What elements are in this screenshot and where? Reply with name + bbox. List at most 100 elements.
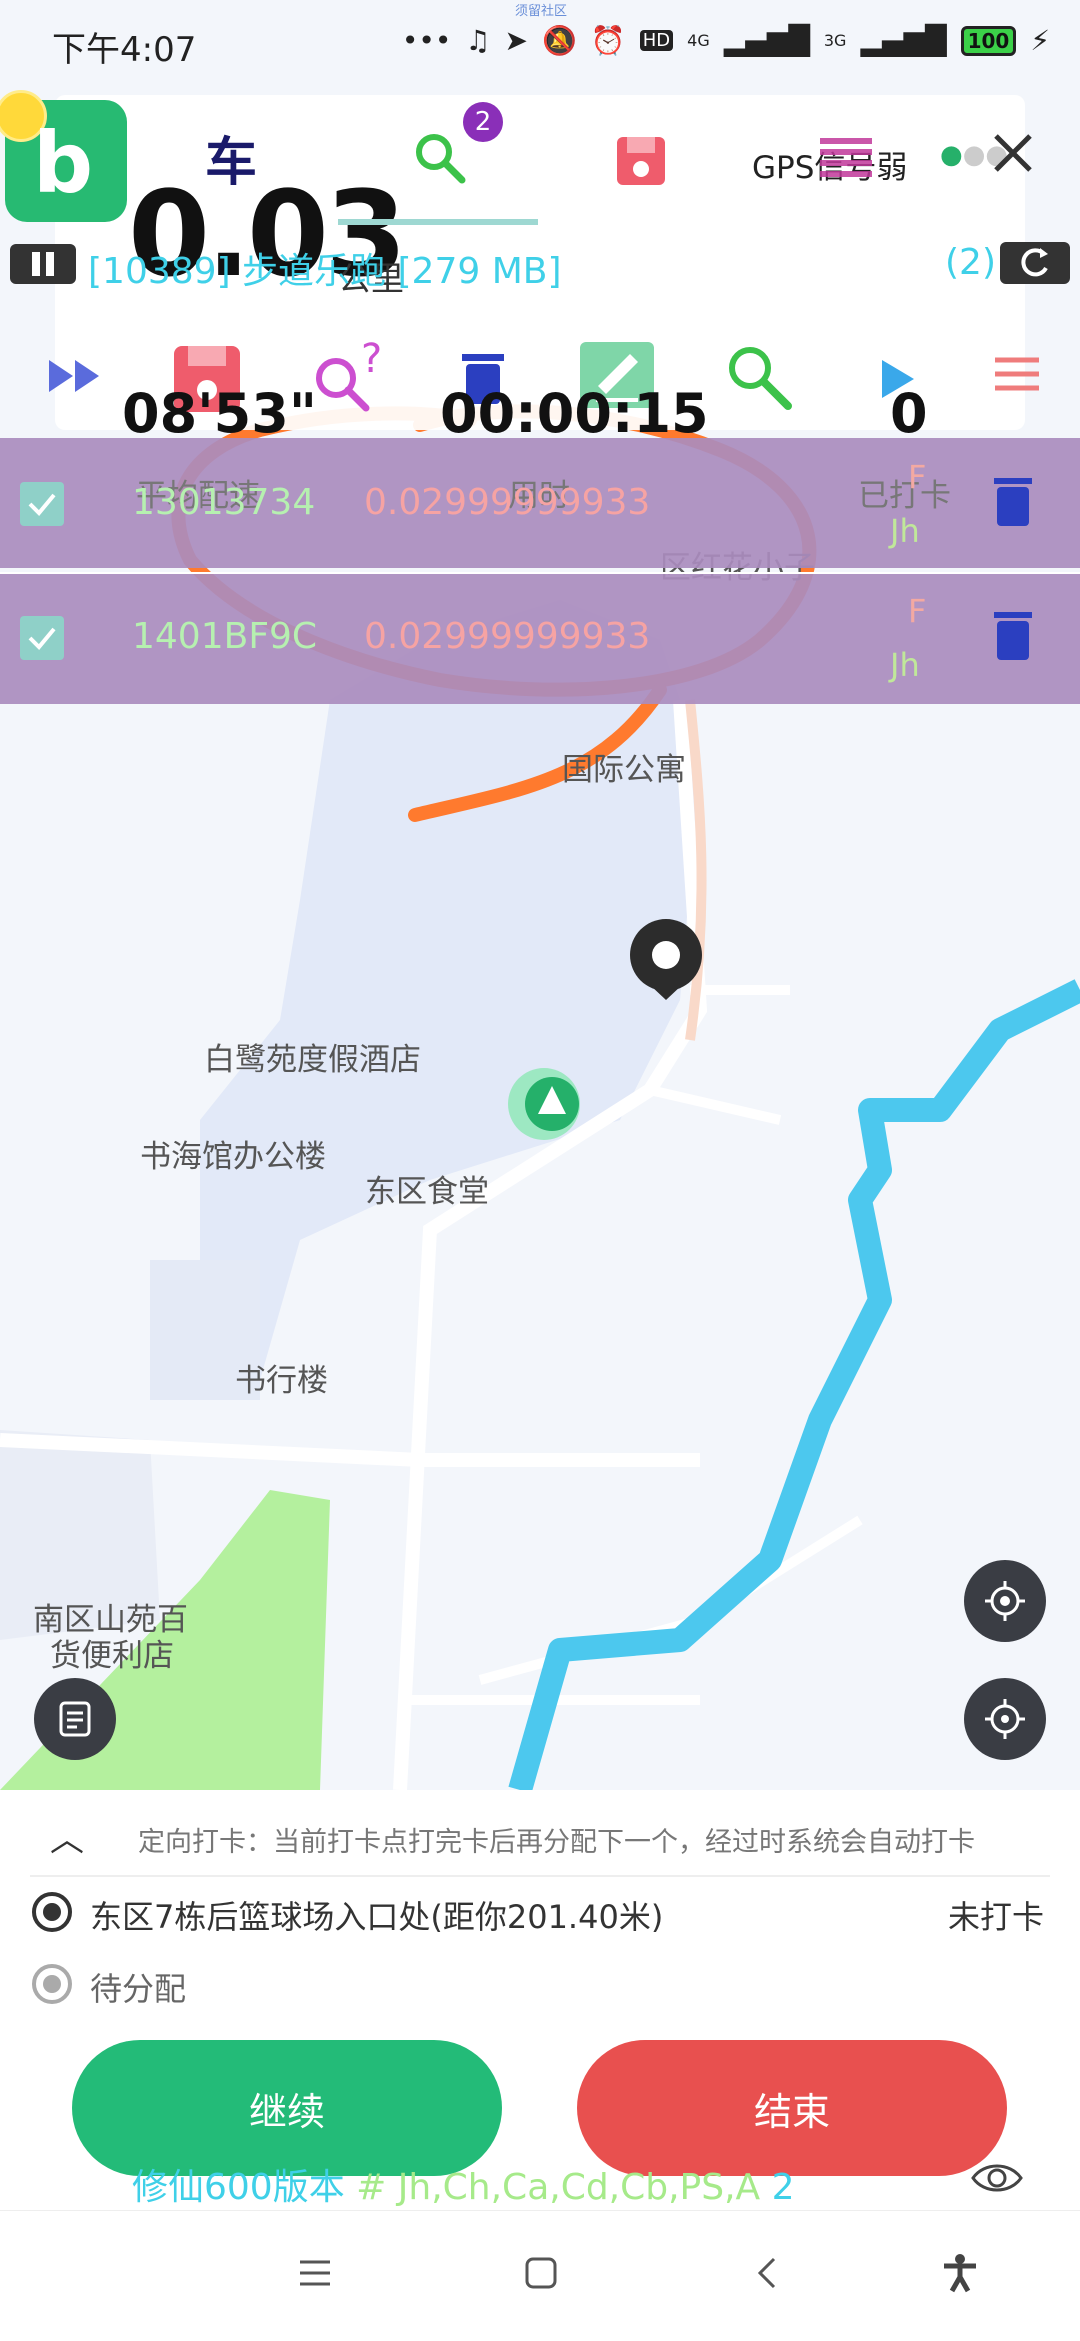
pause-button[interactable] bbox=[10, 244, 76, 284]
signal-bars-icon: ▂▄▆█ bbox=[723, 24, 810, 57]
version-flags: # Jh,Ch,Ca,Cd,Cb,PS,A bbox=[356, 2167, 761, 2208]
svg-text:?: ? bbox=[361, 338, 382, 382]
checkpoint-2: 待分配 bbox=[90, 1970, 187, 2008]
checkpoint-1-status: 未打卡 bbox=[948, 1898, 1045, 1936]
row-tag: Jh bbox=[890, 512, 920, 550]
checkpoint-active-icon bbox=[30, 1890, 74, 1938]
eye-icon bbox=[971, 2164, 1023, 2192]
crosshair-icon bbox=[985, 1699, 1025, 1739]
signal-3g-icon: 3G bbox=[823, 31, 847, 50]
legend-button[interactable] bbox=[34, 1678, 116, 1760]
pace-value: 08'53" bbox=[122, 382, 317, 445]
map-label-office: 书海馆办公楼 bbox=[140, 1139, 326, 1175]
fast-forward-button[interactable] bbox=[45, 356, 105, 400]
close-icon bbox=[994, 134, 1032, 172]
visibility-toggle[interactable] bbox=[970, 2158, 1024, 2202]
compass-button[interactable] bbox=[964, 1560, 1046, 1642]
row-id: 13013734 bbox=[132, 482, 316, 523]
mute-bell-icon: 🔕 bbox=[541, 24, 577, 57]
trash-icon bbox=[994, 478, 1032, 526]
version-text: 修仙600版本 # Jh,Ch,Ca,Cd,Cb,PS,A 2 bbox=[132, 2158, 795, 2210]
search-icon bbox=[729, 347, 792, 410]
app-logo[interactable]: b bbox=[0, 90, 127, 222]
pause-icon bbox=[32, 252, 54, 276]
row-id: 1401BF9C bbox=[132, 616, 318, 657]
search-badge: 2 bbox=[463, 102, 503, 142]
floppy-disk-icon bbox=[617, 137, 665, 185]
nav-back-button[interactable] bbox=[752, 2256, 786, 2294]
status-mini-label: 须留社区 bbox=[515, 4, 568, 19]
hd-icon: HD bbox=[639, 30, 674, 51]
menu-button[interactable] bbox=[993, 354, 1041, 398]
row-value: 0.02999999933 bbox=[364, 482, 651, 523]
row-checkbox[interactable] bbox=[20, 482, 64, 526]
version-name: 修仙600版本 bbox=[132, 2167, 357, 2208]
alarm-icon: ⏰ bbox=[590, 24, 626, 57]
row-checkbox[interactable] bbox=[20, 616, 64, 660]
version-number: 2 bbox=[760, 2167, 795, 2208]
row-tag: Jh bbox=[890, 646, 920, 684]
trash-icon bbox=[994, 612, 1032, 660]
time-value: 00:00:15 bbox=[440, 382, 709, 445]
map-label-canteen: 东区食堂 bbox=[365, 1174, 489, 1210]
save-button[interactable] bbox=[613, 133, 669, 193]
locate-button[interactable] bbox=[964, 1678, 1046, 1760]
dots-icon: ••• bbox=[401, 24, 452, 57]
status-bar: 下午4:07 须留社区 ••• ♫ ➤ 🔕 ⏰ HD 4G ▂▄▆█ 3G ▂▄… bbox=[0, 0, 1080, 95]
search-help-button[interactable]: ? bbox=[306, 336, 394, 420]
refresh-button[interactable] bbox=[1000, 242, 1070, 284]
search-again-button[interactable] bbox=[722, 340, 794, 416]
refresh-icon bbox=[1021, 248, 1048, 277]
checkpoint-panel: ︿ 定向打卡：当前打卡点打完卡后再分配下一个，经过时系统会自动打卡 东区7栋后篮… bbox=[0, 1790, 1080, 2210]
close-button[interactable] bbox=[988, 128, 1038, 182]
compass-icon bbox=[985, 1581, 1025, 1621]
search-tab-underline bbox=[338, 219, 538, 225]
accessibility-icon bbox=[944, 2254, 976, 2293]
nav-menu-button[interactable] bbox=[298, 2256, 332, 2294]
map-label-intl-apartment: 国际公寓 bbox=[562, 752, 686, 788]
row-delete-button[interactable] bbox=[993, 610, 1033, 666]
checkpoint-pending-icon bbox=[30, 1962, 74, 2010]
map-label-store-2: 货便利店 bbox=[50, 1638, 174, 1674]
map-label-shuxing: 书行楼 bbox=[235, 1363, 328, 1399]
checkpoint-hint: 定向打卡：当前打卡点打完卡后再分配下一个，经过时系统会自动打卡 bbox=[138, 1827, 975, 1858]
row-flag: F bbox=[908, 592, 927, 630]
signal-bars-2-icon: ▂▄▆█ bbox=[860, 24, 947, 57]
back-chevron-icon bbox=[757, 2257, 776, 2289]
document-icon bbox=[59, 1701, 91, 1737]
home-square-icon bbox=[525, 2257, 557, 2289]
checked-label: 已打卡 bbox=[858, 478, 951, 514]
logo-letter: b bbox=[33, 114, 94, 212]
search-button[interactable] bbox=[410, 128, 468, 190]
row-flag: F bbox=[908, 458, 927, 496]
headphone-icon: ♫ bbox=[465, 24, 491, 57]
nav-home-button[interactable] bbox=[524, 2256, 558, 2294]
row-value: 0.02999999933 bbox=[364, 616, 651, 657]
menu-icon bbox=[300, 2260, 330, 2286]
nav-accessibility-button[interactable] bbox=[940, 2253, 980, 2297]
search-question-icon: ? bbox=[316, 336, 382, 412]
search-icon bbox=[416, 134, 466, 184]
status-time: 下午4:07 bbox=[52, 30, 197, 70]
battery-icon: 100 bbox=[960, 25, 1017, 56]
run-info: [10389] 步道乐跑 [279 MB] bbox=[88, 251, 562, 292]
system-nav-bar bbox=[0, 2210, 1080, 2341]
current-position-icon bbox=[508, 1068, 580, 1140]
record-count: (2) bbox=[945, 242, 996, 283]
checked-value: 0 bbox=[890, 382, 928, 445]
row-delete-button[interactable] bbox=[993, 476, 1033, 532]
panel-divider bbox=[30, 1875, 1050, 1877]
location-arrow-icon: ➤ bbox=[504, 24, 528, 57]
hamburger-icon bbox=[995, 357, 1039, 391]
continue-button[interactable]: 继续 bbox=[72, 2040, 502, 2176]
fast-forward-icon bbox=[49, 360, 99, 392]
gps-overlay-bars-icon bbox=[820, 138, 872, 180]
map-label-hotel: 白鹭苑度假酒店 bbox=[204, 1042, 421, 1078]
end-button[interactable]: 结束 bbox=[577, 2040, 1007, 2176]
charging-icon: ⚡ bbox=[1030, 24, 1050, 57]
checkmark-icon bbox=[28, 493, 56, 516]
checkpoint-1[interactable]: 东区7栋后篮球场入口处(距你201.40米) bbox=[90, 1892, 663, 1938]
status-icons: ••• ♫ ➤ 🔕 ⏰ HD 4G ▂▄▆█ 3G ▂▄▆█ 100 ⚡ bbox=[402, 24, 1050, 57]
expand-chevron-icon[interactable]: ︿ bbox=[50, 1812, 84, 1861]
checkmark-icon bbox=[28, 627, 56, 650]
